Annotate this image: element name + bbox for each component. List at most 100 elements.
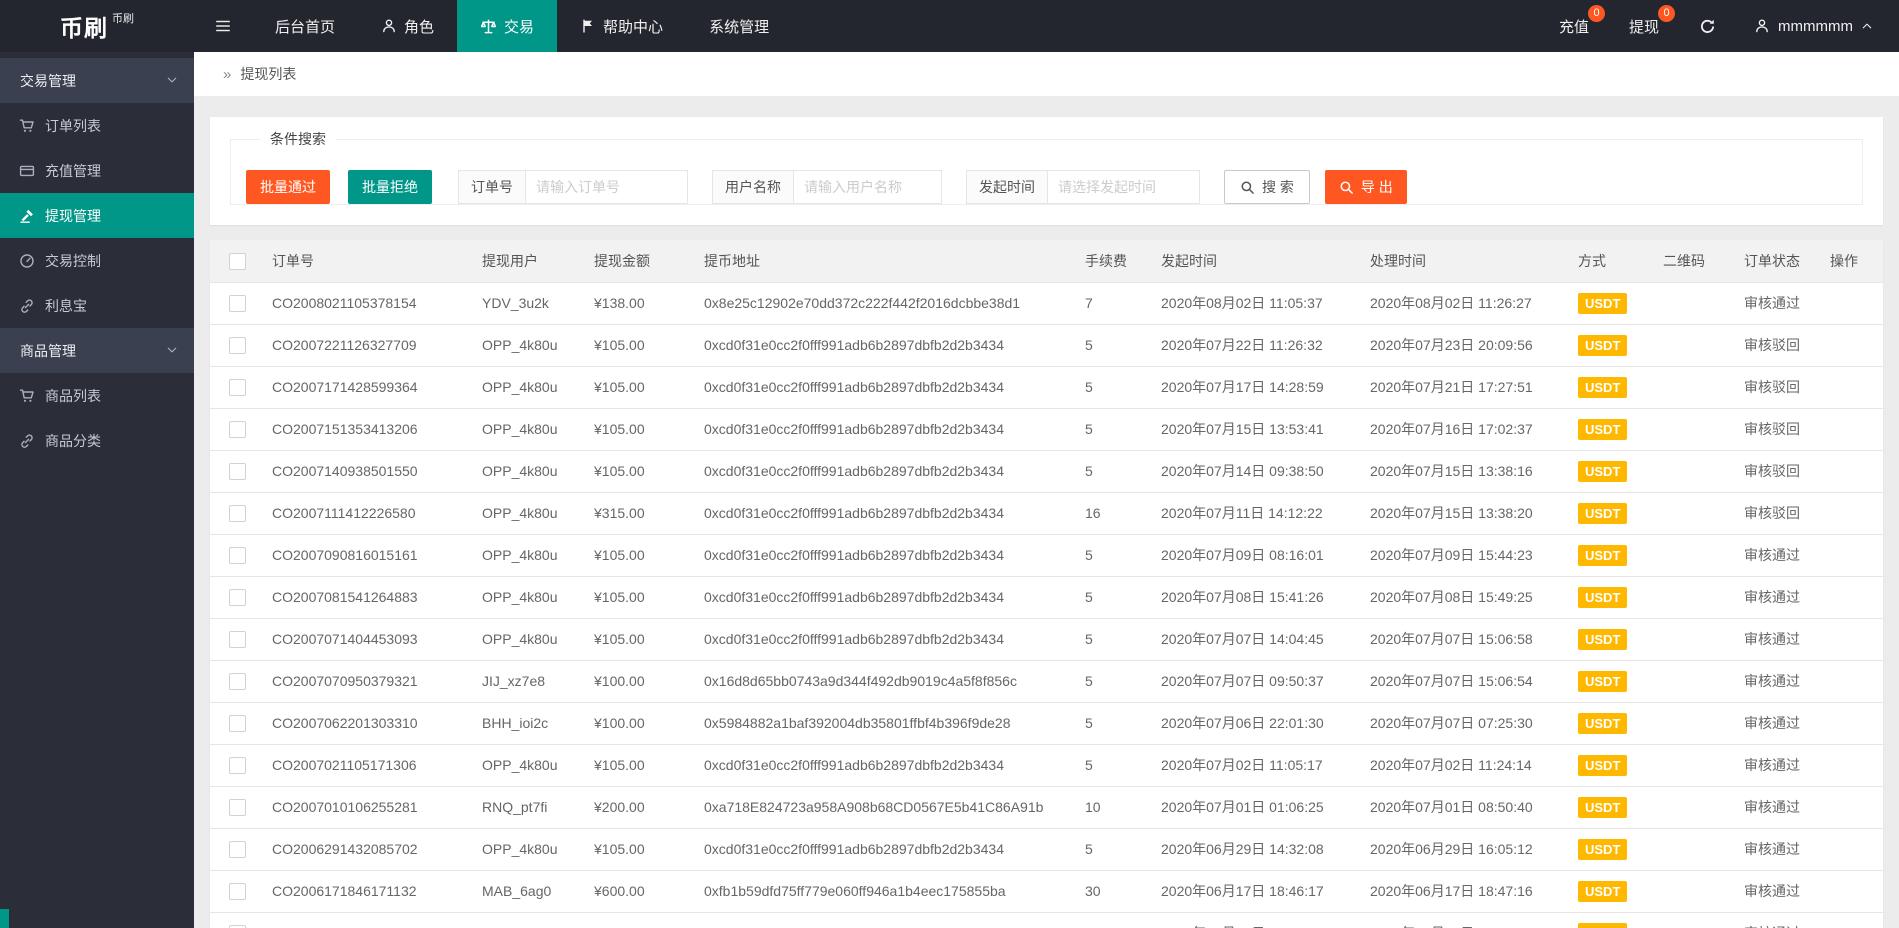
row-checkbox[interactable]	[229, 420, 246, 438]
person-icon	[381, 18, 397, 34]
cell-processed-time: 2020年06月13日 16:57:58	[1370, 912, 1578, 928]
cell-actions	[1830, 576, 1883, 619]
sidebar-item-利息宝[interactable]: 利息宝	[0, 283, 194, 328]
cell-fee: 5	[1085, 912, 1161, 928]
cell-method: USDT	[1578, 618, 1663, 661]
row-checkbox[interactable]	[229, 336, 246, 354]
column-header: 处理时间	[1370, 240, 1578, 283]
sidebar-group-1[interactable]: 商品管理	[0, 328, 194, 373]
cell-status: 审核驳回	[1744, 492, 1830, 535]
cell-initiated-time: 2020年07月02日 11:05:17	[1161, 744, 1370, 787]
sidebar-item-label: 提现管理	[45, 207, 101, 224]
top-nav-badge-item-1[interactable]: 提现 0	[1609, 0, 1679, 52]
cell-initiated-time: 2020年06月13日 08:50:32	[1161, 912, 1370, 928]
row-checkbox[interactable]	[229, 294, 246, 312]
table-row: CO2007010106255281 RNQ_pt7fi ¥200.00 0xa718…	[210, 786, 1883, 829]
top-nav-items: 后台首页 角色 交易 帮助中心 系统管理	[252, 0, 792, 52]
table-row: CO2007171428599364 OPP_4k80u ¥105.00 0xcd0f…	[210, 366, 1883, 409]
cell-address: 0xfb1b59dfd75ff779e060ff946a1b4eec175855…	[704, 870, 1085, 913]
cell-amount: ¥315.00	[594, 492, 704, 535]
cell-address: 0xcd0f31e0cc2f0fff991adb6b2897dbfb2d2b34…	[704, 408, 1085, 451]
cell-amount: ¥105.00	[594, 324, 704, 367]
cell-order-no: CO2006291432085702	[272, 828, 482, 871]
cell-processed-time: 2020年07月15日 13:38:20	[1370, 492, 1578, 535]
table-row: CO2007070950379321 JIJ_xz7e8 ¥100.00 0x16d8…	[210, 660, 1883, 703]
row-checkbox[interactable]	[229, 882, 246, 900]
sidebar-scrollbar-thumb[interactable]	[0, 909, 9, 928]
cell-status: 审核通过	[1744, 576, 1830, 619]
link-icon	[19, 433, 35, 449]
refresh-button[interactable]	[1679, 0, 1736, 52]
row-checkbox[interactable]	[229, 546, 246, 564]
row-checkbox[interactable]	[229, 714, 246, 732]
sidebar-collapse-button[interactable]	[194, 0, 252, 52]
cell-withdraw-user: OPP_4k80u	[482, 576, 594, 619]
cell-processed-time: 2020年07月08日 15:49:25	[1370, 576, 1578, 619]
cell-status: 审核驳回	[1744, 366, 1830, 409]
cell-order-no: CO2007021105171306	[272, 744, 482, 787]
row-checkbox[interactable]	[229, 462, 246, 480]
cell-method: USDT	[1578, 324, 1663, 367]
cell-fee: 5	[1085, 366, 1161, 409]
search-icon	[1339, 180, 1354, 195]
user-name-input[interactable]	[794, 170, 942, 204]
cell-status: 审核通过	[1744, 618, 1830, 661]
row-checkbox[interactable]	[229, 504, 246, 522]
cell-initiated-time: 2020年07月17日 14:28:59	[1161, 366, 1370, 409]
start-time-input[interactable]	[1048, 170, 1200, 204]
row-checkbox[interactable]	[229, 798, 246, 816]
sidebar-item-充值管理[interactable]: 充值管理	[0, 148, 194, 193]
user-menu[interactable]: mmmmmm	[1736, 0, 1899, 52]
method-badge: USDT	[1578, 922, 1628, 928]
sidebar-item-交易控制[interactable]: 交易控制	[0, 238, 194, 283]
sidebar-item-商品分类[interactable]: 商品分类	[0, 418, 194, 463]
sidebar-group-label: 商品管理	[20, 342, 76, 359]
cell-withdraw-user: BHH_ioi2c	[482, 702, 594, 745]
top-nav-badge-item-0[interactable]: 充值 0	[1539, 0, 1609, 52]
cell-order-no: CO2007221126327709	[272, 324, 482, 367]
row-checkbox[interactable]	[229, 588, 246, 606]
search-field-label: 订单号	[458, 170, 526, 204]
select-all-checkbox[interactable]	[229, 252, 246, 270]
cell-method: USDT	[1578, 408, 1663, 451]
sidebar-item-订单列表[interactable]: 订单列表	[0, 103, 194, 148]
batch-approve-button[interactable]: 批量通过	[246, 170, 330, 204]
top-nav-item-0[interactable]: 后台首页	[252, 0, 358, 52]
row-checkbox[interactable]	[229, 378, 246, 396]
order-no-input[interactable]	[526, 170, 688, 204]
cell-method: USDT	[1578, 912, 1663, 928]
row-checkbox[interactable]	[229, 630, 246, 648]
cell-amount: ¥105.00	[594, 618, 704, 661]
cell-actions	[1830, 870, 1883, 913]
content: 条件搜索 批量通过 批量拒绝 订单号用户名称发起时间 搜 索 导 出	[194, 97, 1899, 928]
brand-name: 币刷	[60, 15, 108, 41]
search-button[interactable]: 搜 索	[1224, 170, 1310, 204]
search-button-label: 搜 索	[1262, 179, 1294, 195]
row-checkbox[interactable]	[229, 672, 246, 690]
cell-method: USDT	[1578, 492, 1663, 535]
cell-actions	[1830, 408, 1883, 451]
cell-method: USDT	[1578, 702, 1663, 745]
cell-withdraw-user: OPP_4k80u	[482, 744, 594, 787]
cell-address: 0x8e25c12902e70dd372c222f442f2016dcbbe38…	[704, 282, 1085, 325]
scale-icon	[480, 18, 497, 35]
brand-logo[interactable]: 币刷 币刷	[0, 0, 194, 52]
cell-initiated-time: 2020年07月01日 01:06:25	[1161, 786, 1370, 829]
row-checkbox[interactable]	[229, 756, 246, 774]
cell-withdraw-user: OPP_4k80u	[482, 408, 594, 451]
top-nav-item-1[interactable]: 角色	[358, 0, 457, 52]
top-nav-item-4[interactable]: 系统管理	[686, 0, 792, 52]
batch-reject-button[interactable]: 批量拒绝	[348, 170, 432, 204]
cell-status: 审核通过	[1744, 534, 1830, 577]
cell-method: USDT	[1578, 534, 1663, 577]
export-button-label: 导 出	[1360, 179, 1393, 195]
sidebar-item-商品列表[interactable]: 商品列表	[0, 373, 194, 418]
method-badge: USDT	[1578, 670, 1628, 692]
top-nav-item-3[interactable]: 帮助中心	[557, 0, 686, 52]
cell-fee: 5	[1085, 660, 1161, 703]
sidebar-item-提现管理[interactable]: 提现管理	[0, 193, 194, 238]
top-nav-item-2[interactable]: 交易	[457, 0, 558, 52]
sidebar-group-0[interactable]: 交易管理	[0, 58, 194, 103]
row-checkbox[interactable]	[229, 840, 246, 858]
export-button[interactable]: 导 出	[1324, 170, 1407, 204]
